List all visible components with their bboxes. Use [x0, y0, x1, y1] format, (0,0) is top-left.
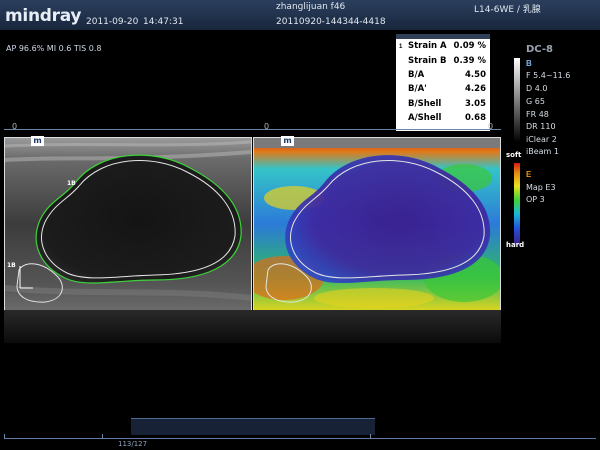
- hard-label: hard: [506, 241, 525, 249]
- strain-row: B/Shell 3.05: [408, 98, 486, 109]
- b-param: iBeam 1: [526, 147, 559, 156]
- timeline-marker[interactable]: [102, 434, 103, 439]
- depth-zero-left: 0: [12, 122, 18, 131]
- grayscale-bar: [514, 58, 520, 142]
- bmode-image-svg: [5, 138, 251, 310]
- soft-label: soft: [506, 151, 522, 159]
- exam-time: 14:47:31: [143, 17, 184, 27]
- acoustic-params: AP 96.6% MI 0.6 TIS 0.8: [6, 44, 102, 53]
- timeline-end-marker[interactable]: [370, 434, 371, 439]
- patient-name: zhanglijuan f46: [276, 2, 346, 12]
- b-param: D 4.0: [526, 84, 548, 93]
- b-param: F 5.4~11.6: [526, 71, 571, 80]
- e-param: OP 3: [526, 195, 545, 204]
- measurement-index: 1: [399, 44, 403, 50]
- b-param: G 65: [526, 97, 545, 106]
- depth-zero-right: 0: [264, 122, 270, 131]
- strain-ratio-table: 1 Strain A 0.09 % Strain B 0.39 % B/A 4.50 …: [396, 34, 490, 131]
- exam-date: 2011-09-20: [86, 17, 139, 27]
- cine-scrollbar[interactable]: [131, 418, 375, 435]
- elasto-color-bar: [514, 163, 520, 245]
- timeline-start-tick: [4, 434, 5, 439]
- strain-row: B/A 4.50: [408, 69, 486, 80]
- roi-label-b: 1B: [7, 262, 16, 269]
- strain-row: A/Shell 0.68: [408, 113, 486, 124]
- strain-row: Strain B 0.39 %: [408, 55, 486, 66]
- b-param: FR 48: [526, 110, 549, 119]
- left-image-badge: m: [31, 136, 44, 146]
- probe-label: L14-6WE / 乳腺: [474, 5, 541, 15]
- b-mode-letter: B: [526, 59, 532, 68]
- roi-label-a: 1B: [67, 180, 76, 187]
- exam-id: 20110920-144344-4418: [276, 17, 386, 27]
- strain-row: Strain A 0.09 %: [408, 41, 486, 52]
- preset-title: DC-8: [526, 44, 553, 55]
- strain-row: B/A' 4.26: [408, 84, 486, 95]
- depth-axis: [4, 129, 501, 130]
- e-mode-letter: E: [526, 170, 532, 179]
- brand-logo: mindray: [5, 6, 82, 26]
- b-param: iClear 2: [526, 135, 557, 144]
- b-param: DR 110: [526, 122, 556, 131]
- elastography-image-svg: [254, 138, 500, 310]
- image-lower-band: [4, 310, 501, 343]
- cine-timeline[interactable]: [4, 438, 596, 439]
- e-param: Map E3: [526, 183, 556, 192]
- depth-zero-far: 0: [488, 122, 494, 131]
- bmode-image[interactable]: [4, 137, 252, 311]
- elastography-image[interactable]: [253, 137, 501, 311]
- frame-counter: 113/127: [118, 440, 148, 448]
- right-image-badge: m: [281, 136, 294, 146]
